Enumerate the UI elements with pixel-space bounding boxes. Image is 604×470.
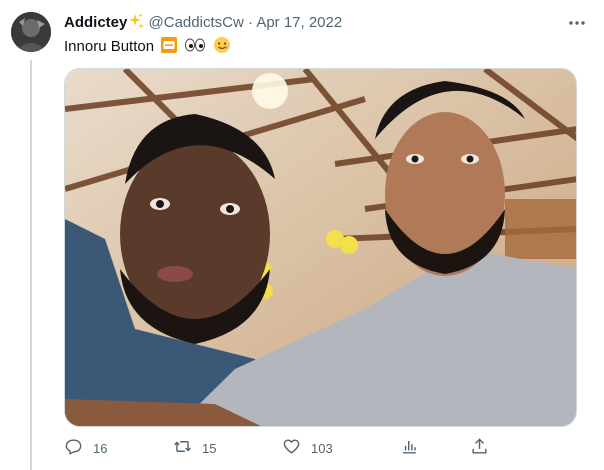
eyes-icon <box>184 36 206 60</box>
tweet-body: Innoru Button <box>64 38 155 55</box>
heart-icon <box>282 437 301 459</box>
like-count: 103 <box>311 440 333 456</box>
reply-count: 16 <box>93 440 108 456</box>
smiling-face-with-tear-icon <box>213 36 231 60</box>
tweet-photo[interactable] <box>64 68 577 427</box>
retweet-icon <box>173 437 192 459</box>
display-name[interactable]: Addictey <box>64 14 127 31</box>
avatar[interactable] <box>11 12 51 52</box>
tweet-header: Addictey @CaddictsCw · Apr 17, 2022 <box>64 13 584 33</box>
retweet-button[interactable]: 15 <box>173 437 216 459</box>
retweet-count: 15 <box>202 440 217 456</box>
thread-line <box>30 60 32 470</box>
analytics-icon <box>400 437 419 459</box>
reply-button[interactable]: 16 <box>64 437 107 459</box>
user-handle[interactable]: @CaddictsCw <box>149 14 244 31</box>
more-horizontal-icon[interactable] <box>566 12 588 34</box>
action-bar: 16 15 103 <box>64 437 494 459</box>
tweet-text: Innoru Button <box>64 36 231 60</box>
share-button[interactable] <box>470 437 489 459</box>
share-icon <box>470 437 489 459</box>
off-button-icon <box>160 36 178 60</box>
reply-icon <box>64 437 83 459</box>
analytics-button[interactable] <box>400 437 419 459</box>
like-button[interactable]: 103 <box>282 437 333 459</box>
separator-dot: · <box>247 14 253 31</box>
sparkles-icon <box>128 13 145 29</box>
tweet-date[interactable]: Apr 17, 2022 <box>256 14 342 31</box>
